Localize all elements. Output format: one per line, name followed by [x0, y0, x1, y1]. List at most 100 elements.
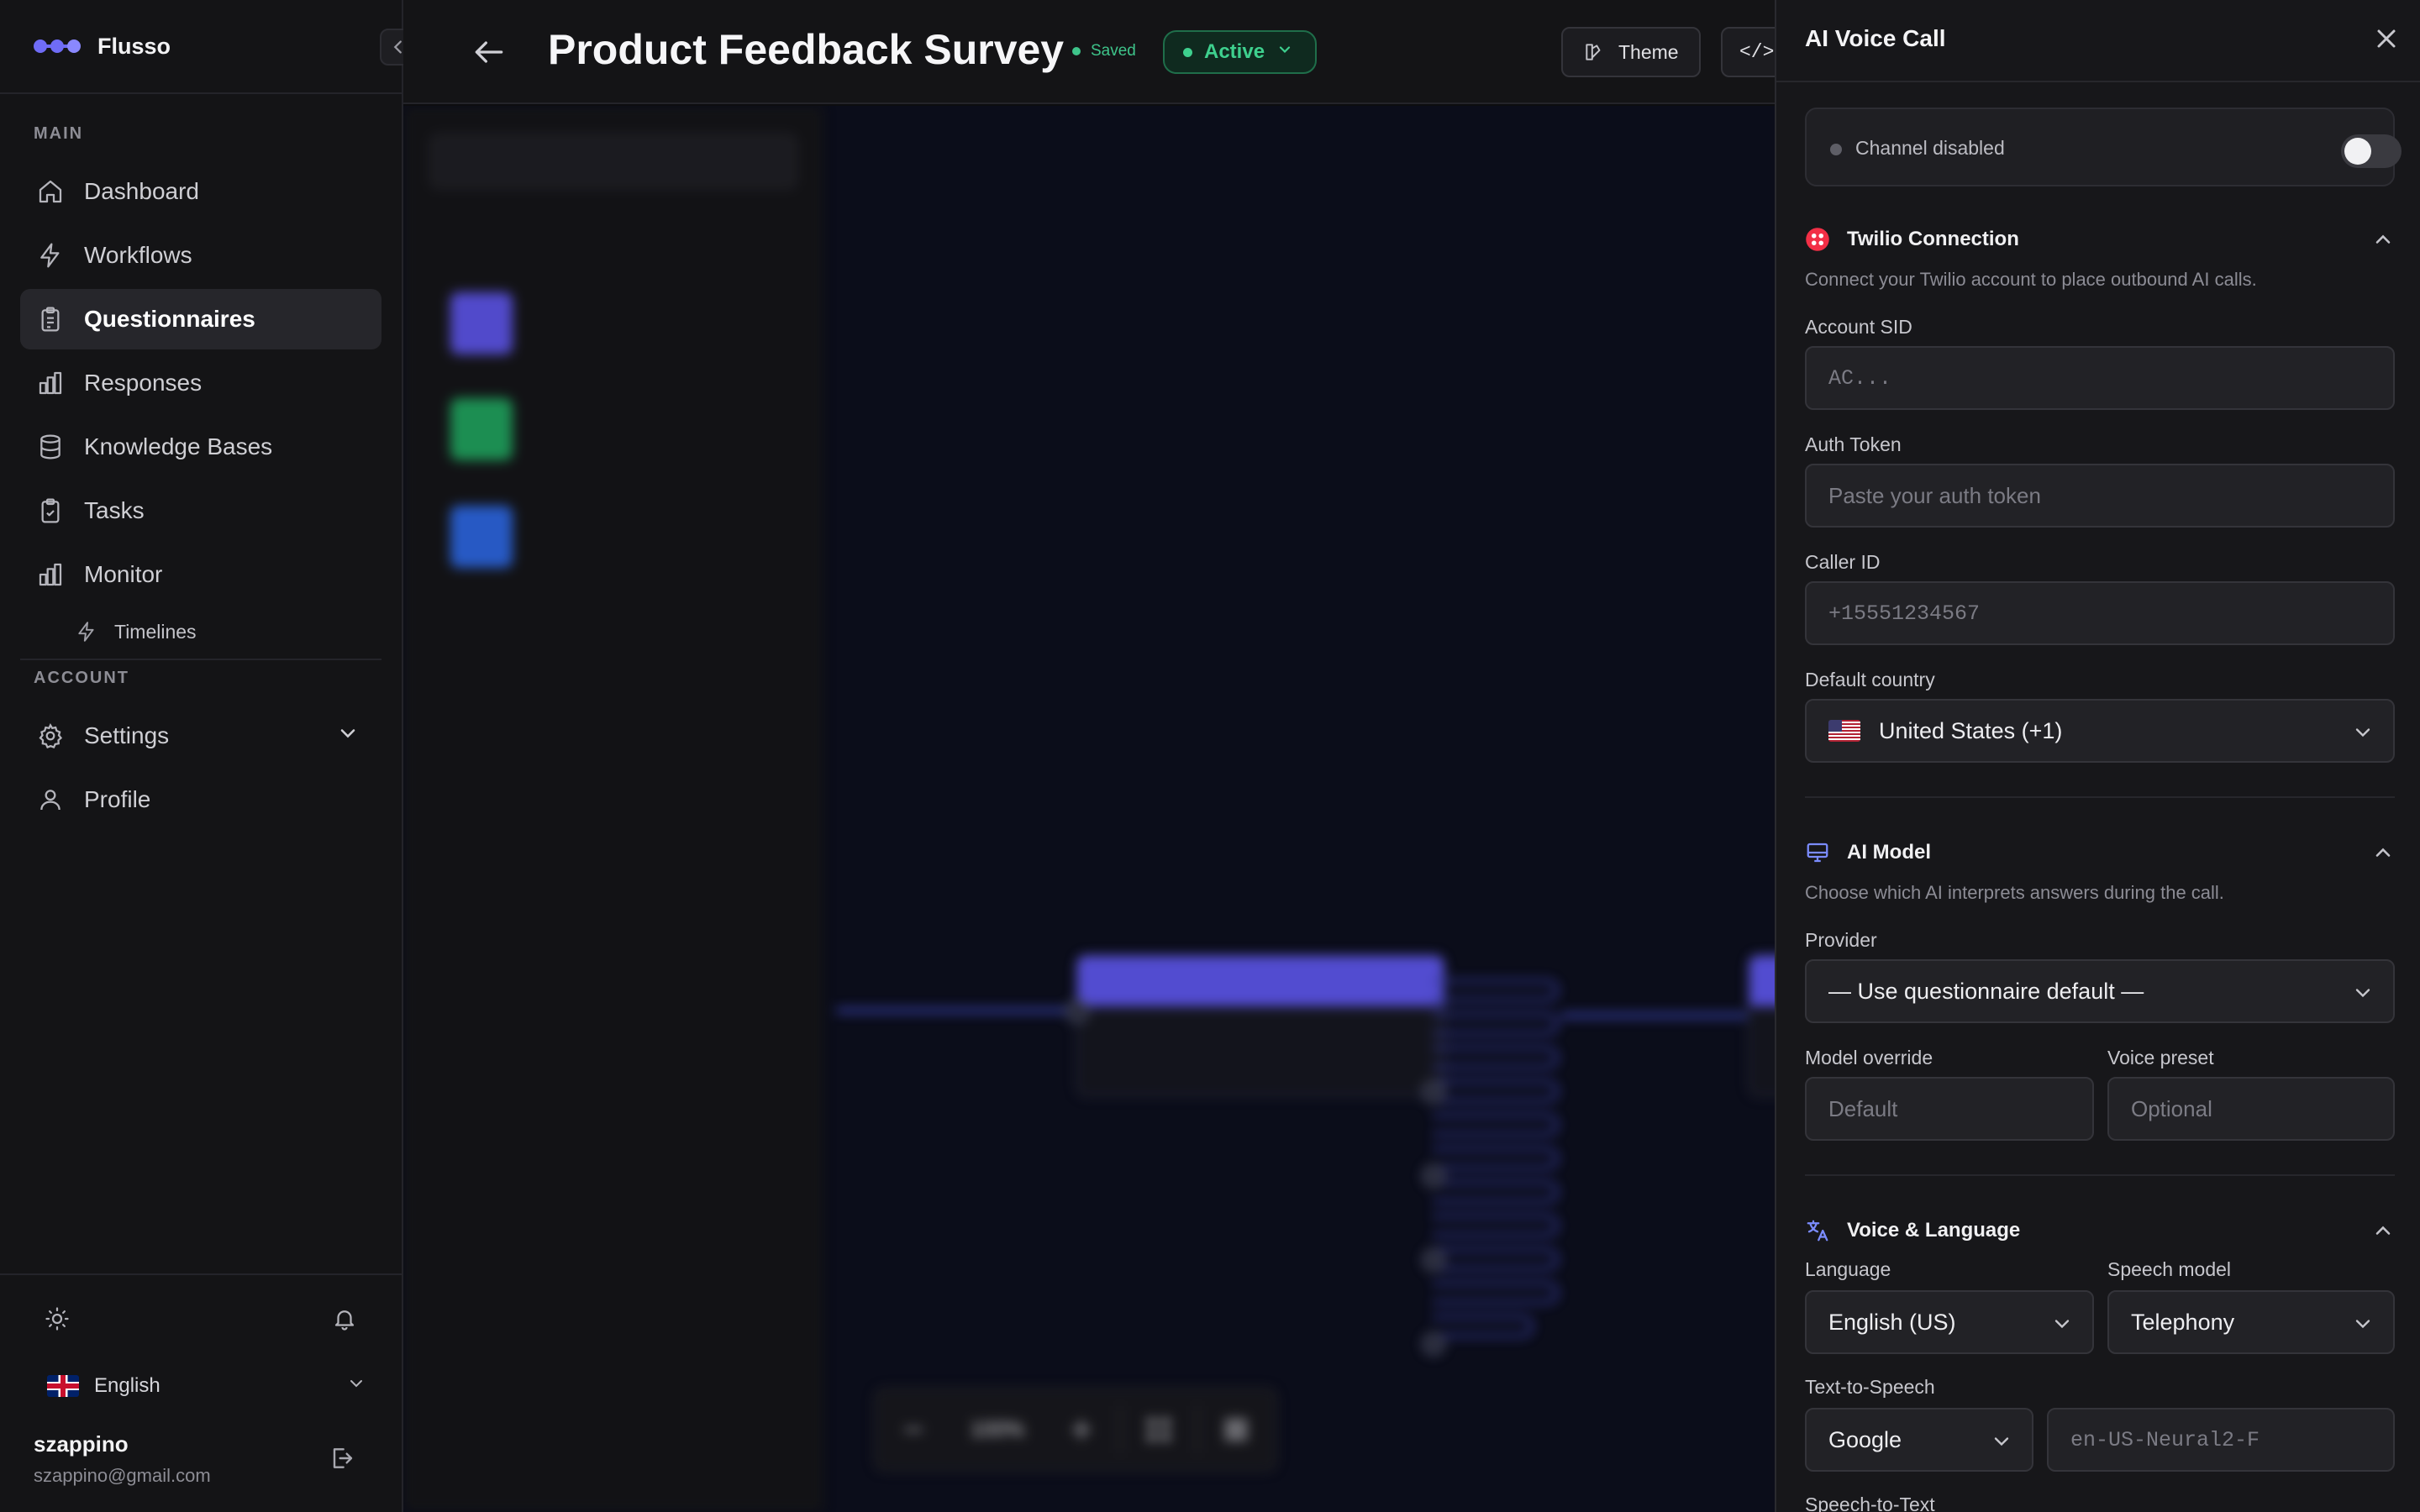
sidebar-item-knowledge-bases[interactable]: Knowledge Bases	[20, 417, 381, 477]
select-value: — Use questionnaire default —	[1828, 978, 2144, 1004]
palette-item	[450, 391, 786, 467]
sidebar-item-responses[interactable]: Responses	[20, 353, 381, 413]
caller-id-input[interactable]	[1805, 581, 2395, 645]
select-value: Google	[1828, 1426, 1902, 1452]
ai-model-section-header[interactable]: AI Model	[1805, 838, 2395, 867]
channel-enable-toggle[interactable]	[2341, 134, 2402, 168]
model-override-input[interactable]	[1805, 1077, 2094, 1141]
panel-title: AI Voice Call	[1805, 25, 1946, 51]
tts-voice-input[interactable]	[2047, 1408, 2395, 1472]
logout-icon	[333, 1448, 353, 1468]
flow-branch	[1433, 979, 1559, 1001]
plus-icon	[1071, 1420, 1092, 1440]
bolt-icon	[76, 621, 97, 643]
brand-name: Flusso	[97, 33, 171, 59]
sidebar-divider	[0, 92, 402, 94]
language-label: Language	[1805, 1258, 1891, 1280]
flow-branch	[1433, 1215, 1559, 1236]
theme-button-label: Theme	[1618, 40, 1679, 63]
sidebar-divider	[0, 1273, 402, 1275]
sidebar-item-settings[interactable]: Settings	[20, 706, 381, 766]
speech-model-label: Speech model	[2107, 1258, 2232, 1280]
voice-preset-label: Voice preset	[2107, 1047, 2214, 1068]
sidebar-item-tasks[interactable]: Tasks	[20, 480, 381, 541]
status-label: Active	[1204, 40, 1265, 63]
sidebar-subitem-timelines[interactable]: Timelines	[76, 612, 197, 652]
chevron-down-icon	[1990, 1430, 2013, 1453]
account-sid-label: Account SID	[1805, 316, 1912, 338]
voice-language-section-header[interactable]: Voice & Language	[1805, 1216, 2395, 1245]
bolt-icon	[37, 242, 64, 269]
question-node	[1076, 954, 1445, 1097]
speech-model-select[interactable]: Telephony	[2107, 1290, 2395, 1354]
zoom-toolbar: 100%	[874, 1388, 1277, 1472]
user-name: szappino	[34, 1431, 129, 1457]
auth-token-input[interactable]	[1805, 464, 2395, 528]
ai-voice-call-panel: AI Voice Call Channel disabled Twilio Co…	[1775, 0, 2420, 1512]
flow-canvas: 100%	[403, 106, 1775, 1512]
palette-item	[450, 499, 786, 575]
back-button[interactable]	[471, 34, 508, 71]
fit-view-button[interactable]	[1121, 1388, 1197, 1472]
sidebar-item-label: Dashboard	[84, 178, 199, 204]
page-title: Product Feedback Survey	[548, 26, 1065, 73]
section-description: Choose which AI interprets answers durin…	[1805, 882, 2224, 903]
sidebar-item-label: Knowledge Bases	[84, 433, 273, 459]
sidebar: Flusso MAIN Dashboard Workflows Question…	[0, 0, 417, 1512]
sidebar-item-label: Responses	[84, 370, 203, 396]
twilio-section-header[interactable]: Twilio Connection	[1805, 225, 2395, 254]
theme-button[interactable]: Theme	[1561, 27, 1701, 77]
sidebar-item-dashboard[interactable]: Dashboard	[20, 161, 381, 222]
auto-layout-button[interactable]	[1198, 1388, 1274, 1472]
sidebar-item-monitor[interactable]: Monitor	[20, 544, 381, 605]
sidebar-divider	[20, 659, 381, 660]
sidebar-item-profile[interactable]: Profile	[20, 769, 381, 830]
node-port	[1422, 1248, 1445, 1272]
account-sid-input[interactable]	[1805, 346, 2395, 410]
flow-edge	[1561, 1013, 1754, 1018]
status-dropdown[interactable]: Active	[1163, 30, 1318, 74]
tts-label: Text-to-Speech	[1805, 1376, 1935, 1398]
palette-search	[430, 134, 797, 188]
status-dot	[1830, 144, 1842, 155]
voice-preset-input[interactable]	[2107, 1077, 2395, 1141]
database-icon	[37, 433, 64, 460]
zoom-in-button[interactable]	[1044, 1388, 1119, 1472]
section-title: Twilio Connection	[1847, 228, 2019, 250]
flow-branch	[1433, 1080, 1559, 1102]
theme-toggle-button[interactable]	[40, 1302, 74, 1336]
panel-divider	[1776, 81, 2420, 82]
provider-select[interactable]: — Use questionnaire default —	[1805, 959, 2395, 1023]
brand[interactable]: Flusso	[34, 29, 171, 64]
grid-icon	[1225, 1419, 1247, 1441]
language-select[interactable]: English (US)	[1805, 1290, 2094, 1354]
notifications-button[interactable]	[328, 1302, 361, 1336]
zoom-out-button[interactable]	[876, 1388, 951, 1472]
panel-divider	[1805, 796, 2395, 798]
channel-toggle-card: Channel disabled	[1805, 108, 2402, 186]
minus-icon	[904, 1428, 923, 1431]
tts-provider-select[interactable]: Google	[1805, 1408, 2033, 1472]
sidebar-item-workflows[interactable]: Workflows	[20, 225, 381, 286]
fullscreen-icon	[1148, 1419, 1170, 1441]
default-country-select[interactable]: United States (+1)	[1805, 699, 2395, 763]
translate-icon	[1805, 1218, 1830, 1243]
node-port	[1422, 1332, 1445, 1356]
gear-icon	[37, 722, 64, 749]
flow-branch	[1433, 1181, 1559, 1203]
flow-branch	[1433, 1282, 1559, 1304]
select-value: United States (+1)	[1879, 717, 2063, 743]
logout-button[interactable]	[328, 1445, 361, 1478]
twilio-logo-icon	[1805, 227, 1830, 252]
language-select[interactable]: English	[47, 1369, 366, 1403]
chevron-up-icon	[2371, 841, 2395, 864]
bell-icon	[334, 1310, 355, 1331]
uk-flag-icon	[47, 1375, 79, 1397]
close-panel-button[interactable]	[2371, 24, 2405, 57]
flusso-logo-icon	[34, 36, 81, 56]
select-value: Telephony	[2131, 1309, 2235, 1335]
node-palette	[403, 106, 823, 1512]
flow-branch	[1433, 1147, 1559, 1169]
palette-item	[450, 286, 786, 361]
sidebar-item-questionnaires[interactable]: Questionnaires	[20, 289, 381, 349]
